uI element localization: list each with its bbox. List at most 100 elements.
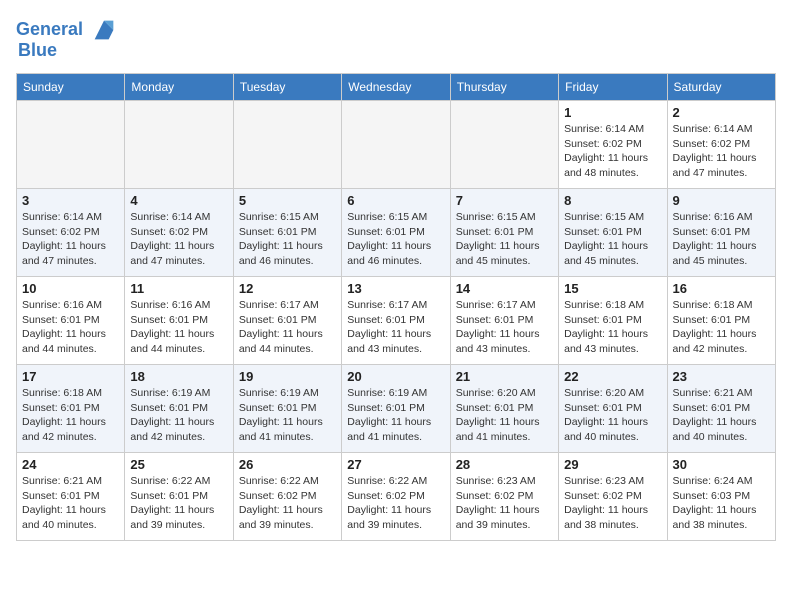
day-number: 26: [239, 457, 336, 472]
calendar-cell: 19 Sunrise: 6:19 AMSunset: 6:01 PMDayligh…: [233, 365, 341, 453]
calendar-week-row: 3 Sunrise: 6:14 AMSunset: 6:02 PMDaylight…: [17, 189, 776, 277]
logo: General Blue: [16, 16, 118, 61]
logo-icon: [90, 16, 118, 44]
day-number: 1: [564, 105, 661, 120]
day-number: 14: [456, 281, 553, 296]
day-info: Sunrise: 6:22 AMSunset: 6:02 PMDaylight:…: [347, 474, 444, 533]
calendar-cell: 26Sunrise: 6:22 AMSunset: 6:02 PMDayligh…: [233, 453, 341, 541]
day-number: 3: [22, 193, 119, 208]
day-number: 7: [456, 193, 553, 208]
calendar-cell: 15 Sunrise: 6:18 AMSunset: 6:01 PMDayligh…: [559, 277, 667, 365]
weekday-header-saturday: Saturday: [667, 74, 775, 101]
day-info: Sunrise: 6:19 AMSunset: 6:01 PMDaylight:…: [130, 386, 227, 445]
day-number: 21: [456, 369, 553, 384]
calendar-cell: 11Sunrise: 6:16 AMSunset: 6:01 PMDayligh…: [125, 277, 233, 365]
calendar-cell: 25Sunrise: 6:22 AMSunset: 6:01 PMDayligh…: [125, 453, 233, 541]
calendar-cell: 24 Sunrise: 6:21 AMSunset: 6:01 PMDayligh…: [17, 453, 125, 541]
day-info: Sunrise: 6:21 AMSunset: 6:01 PMDaylight:…: [22, 474, 119, 533]
day-number: 16: [673, 281, 770, 296]
calendar-cell: 9 Sunrise: 6:16 AMSunset: 6:01 PMDaylight…: [667, 189, 775, 277]
calendar-cell: [233, 101, 341, 189]
calendar-week-row: 1 Sunrise: 6:14 AMSunset: 6:02 PMDaylight…: [17, 101, 776, 189]
day-info: Sunrise: 6:15 AMSunset: 6:01 PMDaylight:…: [456, 210, 553, 269]
day-info: Sunrise: 6:15 AMSunset: 6:01 PMDaylight:…: [347, 210, 444, 269]
day-info: Sunrise: 6:18 AMSunset: 6:01 PMDaylight:…: [673, 298, 770, 357]
day-number: 22: [564, 369, 661, 384]
day-number: 12: [239, 281, 336, 296]
day-number: 10: [22, 281, 119, 296]
calendar-week-row: 24 Sunrise: 6:21 AMSunset: 6:01 PMDayligh…: [17, 453, 776, 541]
calendar-cell: [125, 101, 233, 189]
day-number: 20: [347, 369, 444, 384]
calendar-cell: 8Sunrise: 6:15 AMSunset: 6:01 PMDaylight…: [559, 189, 667, 277]
calendar-table: SundayMondayTuesdayWednesdayThursdayFrid…: [16, 73, 776, 541]
day-number: 13: [347, 281, 444, 296]
calendar-cell: [450, 101, 558, 189]
day-info: Sunrise: 6:23 AMSunset: 6:02 PMDaylight:…: [456, 474, 553, 533]
calendar-cell: 14 Sunrise: 6:17 AMSunset: 6:01 PMDayligh…: [450, 277, 558, 365]
day-info: Sunrise: 6:20 AMSunset: 6:01 PMDaylight:…: [564, 386, 661, 445]
calendar-week-row: 17Sunrise: 6:18 AMSunset: 6:01 PMDayligh…: [17, 365, 776, 453]
calendar-header-row: SundayMondayTuesdayWednesdayThursdayFrid…: [17, 74, 776, 101]
calendar-cell: 7 Sunrise: 6:15 AMSunset: 6:01 PMDaylight…: [450, 189, 558, 277]
calendar-cell: 27 Sunrise: 6:22 AMSunset: 6:02 PMDayligh…: [342, 453, 450, 541]
day-info: Sunrise: 6:14 AMSunset: 6:02 PMDaylight:…: [673, 122, 770, 181]
day-info: Sunrise: 6:16 AMSunset: 6:01 PMDaylight:…: [673, 210, 770, 269]
page-header: General Blue: [16, 16, 776, 61]
day-info: Sunrise: 6:23 AMSunset: 6:02 PMDaylight:…: [564, 474, 661, 533]
day-info: Sunrise: 6:15 AMSunset: 6:01 PMDaylight:…: [564, 210, 661, 269]
day-info: Sunrise: 6:15 AMSunset: 6:01 PMDaylight:…: [239, 210, 336, 269]
calendar-cell: 29Sunrise: 6:23 AMSunset: 6:02 PMDayligh…: [559, 453, 667, 541]
day-info: Sunrise: 6:17 AMSunset: 6:01 PMDaylight:…: [347, 298, 444, 357]
day-info: Sunrise: 6:19 AMSunset: 6:01 PMDaylight:…: [347, 386, 444, 445]
calendar-cell: 21 Sunrise: 6:20 AMSunset: 6:01 PMDayligh…: [450, 365, 558, 453]
day-number: 4: [130, 193, 227, 208]
day-number: 9: [673, 193, 770, 208]
calendar-cell: 30 Sunrise: 6:24 AMSunset: 6:03 PMDayligh…: [667, 453, 775, 541]
day-number: 24: [22, 457, 119, 472]
calendar-cell: 28 Sunrise: 6:23 AMSunset: 6:02 PMDayligh…: [450, 453, 558, 541]
calendar-cell: 5 Sunrise: 6:15 AMSunset: 6:01 PMDaylight…: [233, 189, 341, 277]
day-info: Sunrise: 6:19 AMSunset: 6:01 PMDaylight:…: [239, 386, 336, 445]
calendar-cell: 10 Sunrise: 6:16 AMSunset: 6:01 PMDayligh…: [17, 277, 125, 365]
day-info: Sunrise: 6:17 AMSunset: 6:01 PMDaylight:…: [239, 298, 336, 357]
day-info: Sunrise: 6:21 AMSunset: 6:01 PMDaylight:…: [673, 386, 770, 445]
day-number: 18: [130, 369, 227, 384]
day-info: Sunrise: 6:18 AMSunset: 6:01 PMDaylight:…: [564, 298, 661, 357]
day-number: 6: [347, 193, 444, 208]
calendar-cell: 17Sunrise: 6:18 AMSunset: 6:01 PMDayligh…: [17, 365, 125, 453]
day-number: 28: [456, 457, 553, 472]
day-info: Sunrise: 6:17 AMSunset: 6:01 PMDaylight:…: [456, 298, 553, 357]
day-number: 30: [673, 457, 770, 472]
day-number: 19: [239, 369, 336, 384]
day-info: Sunrise: 6:18 AMSunset: 6:01 PMDaylight:…: [22, 386, 119, 445]
calendar-cell: [17, 101, 125, 189]
weekday-header-friday: Friday: [559, 74, 667, 101]
weekday-header-thursday: Thursday: [450, 74, 558, 101]
calendar-cell: [342, 101, 450, 189]
day-number: 23: [673, 369, 770, 384]
weekday-header-monday: Monday: [125, 74, 233, 101]
day-number: 27: [347, 457, 444, 472]
weekday-header-wednesday: Wednesday: [342, 74, 450, 101]
day-number: 15: [564, 281, 661, 296]
day-info: Sunrise: 6:14 AMSunset: 6:02 PMDaylight:…: [130, 210, 227, 269]
day-info: Sunrise: 6:16 AMSunset: 6:01 PMDaylight:…: [22, 298, 119, 357]
calendar-cell: 22 Sunrise: 6:20 AMSunset: 6:01 PMDayligh…: [559, 365, 667, 453]
day-number: 2: [673, 105, 770, 120]
calendar-cell: 20 Sunrise: 6:19 AMSunset: 6:01 PMDayligh…: [342, 365, 450, 453]
calendar-cell: 4 Sunrise: 6:14 AMSunset: 6:02 PMDaylight…: [125, 189, 233, 277]
calendar-week-row: 10 Sunrise: 6:16 AMSunset: 6:01 PMDayligh…: [17, 277, 776, 365]
calendar-cell: 1 Sunrise: 6:14 AMSunset: 6:02 PMDaylight…: [559, 101, 667, 189]
day-info: Sunrise: 6:20 AMSunset: 6:01 PMDaylight:…: [456, 386, 553, 445]
day-info: Sunrise: 6:24 AMSunset: 6:03 PMDaylight:…: [673, 474, 770, 533]
day-info: Sunrise: 6:22 AMSunset: 6:01 PMDaylight:…: [130, 474, 227, 533]
calendar-cell: 12 Sunrise: 6:17 AMSunset: 6:01 PMDayligh…: [233, 277, 341, 365]
calendar-cell: 13 Sunrise: 6:17 AMSunset: 6:01 PMDayligh…: [342, 277, 450, 365]
calendar-cell: 3Sunrise: 6:14 AMSunset: 6:02 PMDaylight…: [17, 189, 125, 277]
day-info: Sunrise: 6:14 AMSunset: 6:02 PMDaylight:…: [564, 122, 661, 181]
calendar-cell: 16 Sunrise: 6:18 AMSunset: 6:01 PMDayligh…: [667, 277, 775, 365]
weekday-header-sunday: Sunday: [17, 74, 125, 101]
day-number: 5: [239, 193, 336, 208]
weekday-header-tuesday: Tuesday: [233, 74, 341, 101]
